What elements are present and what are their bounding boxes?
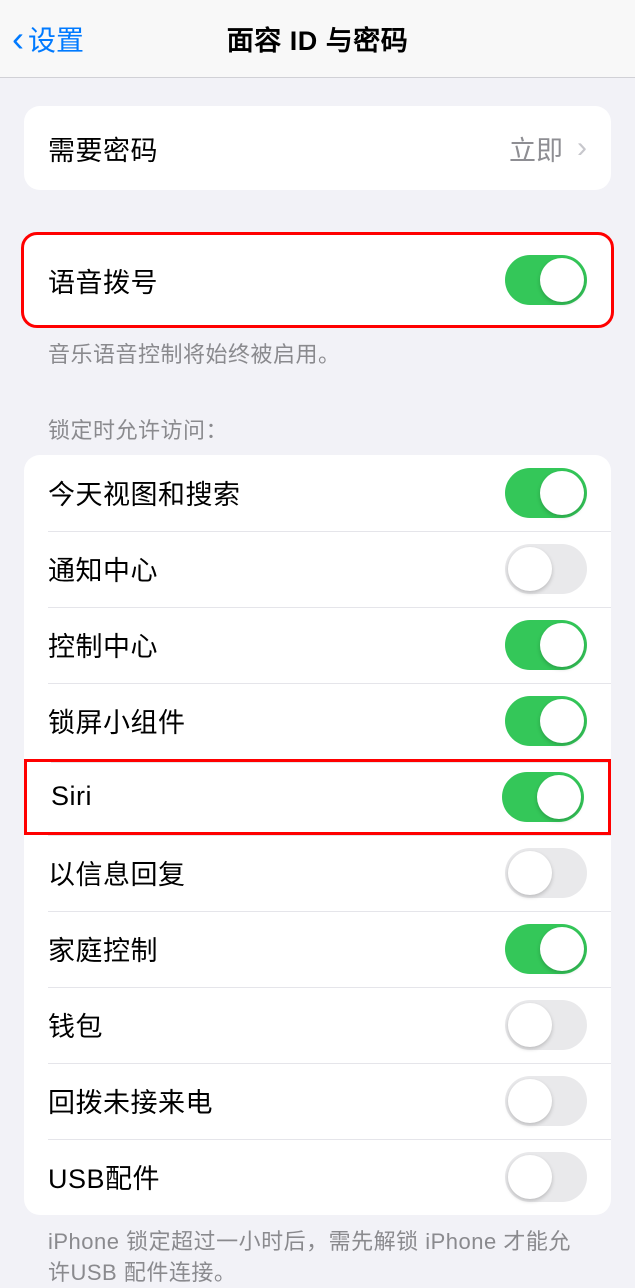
today-view-cell: 今天视图和搜索	[24, 455, 611, 531]
lock-screen-widgets-toggle[interactable]	[505, 696, 587, 746]
today-view-toggle[interactable]	[505, 468, 587, 518]
notification-center-label: 通知中心	[48, 549, 158, 588]
voice-dial-toggle[interactable]	[505, 255, 587, 305]
usb-accessories-cell: USB配件	[24, 1139, 611, 1215]
usb-accessories-toggle[interactable]	[505, 1152, 587, 1202]
lock-screen-widgets-cell: 锁屏小组件	[24, 683, 611, 759]
lock-screen-widgets-label: 锁屏小组件	[48, 701, 186, 740]
return-missed-calls-toggle[interactable]	[505, 1076, 587, 1126]
today-view-label: 今天视图和搜索	[48, 473, 241, 512]
voice-dial-group: 语音拨号	[21, 232, 614, 328]
notification-center-toggle[interactable]	[505, 544, 587, 594]
voice-dial-footer: 音乐语音控制将始终被启用。	[24, 328, 611, 371]
siri-label: Siri	[51, 781, 92, 812]
home-control-cell: 家庭控制	[24, 911, 611, 987]
reply-message-toggle[interactable]	[505, 848, 587, 898]
chevron-right-icon: ›	[577, 131, 587, 165]
reply-message-label: 以信息回复	[48, 853, 186, 892]
siri-toggle[interactable]	[502, 772, 584, 822]
chevron-left-icon: ‹	[12, 21, 24, 57]
back-label: 设置	[28, 19, 84, 59]
voice-dial-label: 语音拨号	[48, 261, 158, 300]
require-passcode-cell[interactable]: 需要密码 立即 ›	[24, 106, 611, 190]
locked-access-header: 锁定时允许访问：	[24, 413, 611, 455]
control-center-toggle[interactable]	[505, 620, 587, 670]
control-center-cell: 控制中心	[24, 607, 611, 683]
control-center-label: 控制中心	[48, 625, 158, 664]
return-missed-calls-cell: 回拨未接来电	[24, 1063, 611, 1139]
reply-message-cell: 以信息回复	[24, 835, 611, 911]
home-control-toggle[interactable]	[505, 924, 587, 974]
voice-dial-cell: 语音拨号	[24, 235, 611, 325]
return-missed-calls-label: 回拨未接来电	[48, 1081, 213, 1120]
wallet-toggle[interactable]	[505, 1000, 587, 1050]
locked-access-footer: iPhone 锁定超过一小时后，需先解锁 iPhone 才能允许USB 配件连接…	[24, 1215, 611, 1288]
back-button[interactable]: ‹ 设置	[0, 19, 84, 59]
wallet-cell: 钱包	[24, 987, 611, 1063]
require-passcode-label: 需要密码	[48, 129, 158, 168]
require-passcode-value: 立即 ›	[509, 129, 587, 168]
siri-cell: Siri	[24, 759, 611, 835]
nav-bar: ‹ 设置 面容 ID 与密码	[0, 0, 635, 78]
notification-center-cell: 通知中心	[24, 531, 611, 607]
usb-accessories-label: USB配件	[48, 1157, 160, 1196]
wallet-label: 钱包	[48, 1005, 103, 1044]
home-control-label: 家庭控制	[48, 929, 158, 968]
page-title: 面容 ID 与密码	[227, 19, 409, 58]
locked-access-list: 今天视图和搜索通知中心控制中心锁屏小组件 Siri 以信息回复家庭控制钱包回拨未接来…	[24, 455, 611, 1215]
